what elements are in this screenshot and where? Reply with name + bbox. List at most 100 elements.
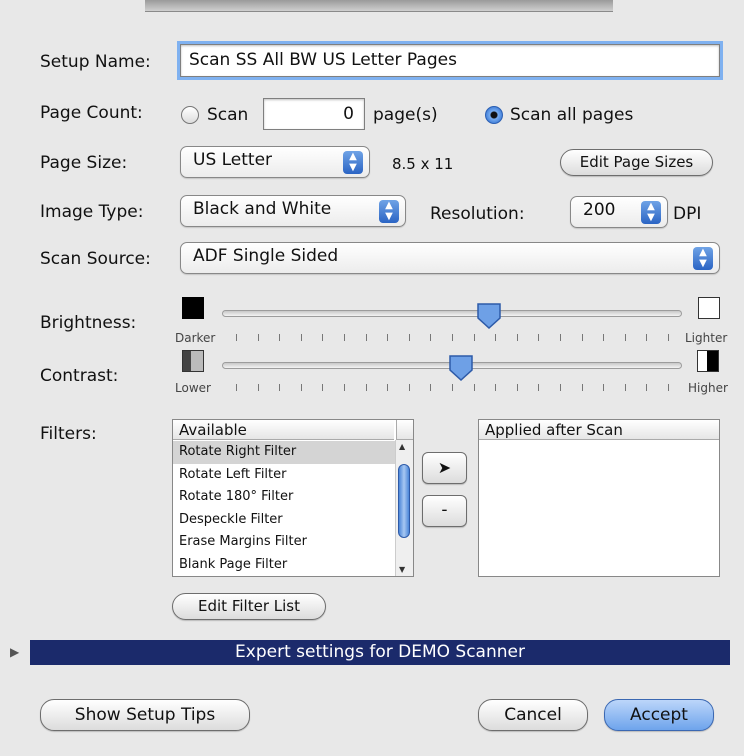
- scan-source-popup[interactable]: ADF Single Sided ▲ ▼: [180, 242, 720, 274]
- slider-tick: [301, 334, 302, 341]
- pages-suffix-label: page(s): [373, 105, 438, 125]
- edit-filter-list-button[interactable]: Edit Filter List: [172, 593, 326, 620]
- lighter-swatch-icon: [698, 297, 720, 319]
- brightness-tick-marks: [236, 334, 669, 342]
- image-type-label: Image Type:: [40, 202, 144, 222]
- scroll-down-arrow-icon[interactable]: ▼: [399, 565, 405, 574]
- brightness-slider-thumb[interactable]: [476, 302, 502, 330]
- show-setup-tips-button[interactable]: Show Setup Tips: [40, 699, 250, 731]
- available-filter-item[interactable]: Rotate Left Filter: [173, 464, 396, 487]
- setup-name-field[interactable]: Scan SS All BW US Letter Pages: [177, 41, 723, 80]
- slider-tick: [452, 334, 453, 341]
- contrast-slider-thumb[interactable]: [448, 354, 474, 382]
- slider-tick: [452, 384, 453, 391]
- slider-tick: [366, 384, 367, 391]
- slider-tick: [625, 384, 626, 391]
- edit-page-sizes-button[interactable]: Edit Page Sizes: [560, 149, 713, 176]
- slider-tick: [430, 384, 431, 391]
- resolution-label: Resolution:: [430, 204, 525, 224]
- slider-tick: [387, 334, 388, 341]
- scan-all-pages-label[interactable]: Scan all pages: [510, 105, 633, 125]
- slider-tick: [301, 384, 302, 391]
- slider-tick: [625, 334, 626, 341]
- page-count-value: 0: [343, 104, 354, 124]
- image-type-value: Black and White: [193, 199, 332, 219]
- applied-filters-list[interactable]: Applied after Scan: [478, 419, 720, 577]
- available-filter-item[interactable]: Rotate 180° Filter: [173, 486, 396, 509]
- cancel-button[interactable]: Cancel: [478, 699, 588, 731]
- available-filters-list[interactable]: Available Rotate Right Filter Rotate Left…: [172, 419, 414, 577]
- available-filters-header: Available: [173, 420, 394, 440]
- slider-tick: [409, 384, 410, 391]
- scan-count-radio[interactable]: [181, 106, 199, 124]
- slider-tick: [236, 384, 237, 391]
- slider-tick: [322, 334, 323, 341]
- slider-tick: [517, 334, 518, 341]
- scan-all-pages-radio[interactable]: [485, 106, 503, 124]
- page-size-label: Page Size:: [40, 153, 128, 173]
- slider-tick: [517, 384, 518, 391]
- disclosure-triangle-icon[interactable]: ▶: [10, 645, 19, 659]
- slider-tick: [366, 334, 367, 341]
- available-filter-item[interactable]: Rotate Right Filter: [173, 441, 396, 464]
- applied-filters-header: Applied after Scan: [479, 420, 719, 440]
- slider-tick: [582, 384, 583, 391]
- slider-tick: [582, 334, 583, 341]
- resolution-value: 200: [583, 200, 616, 220]
- resolution-popup[interactable]: 200 ▲ ▼: [570, 196, 668, 228]
- page-size-dimensions: 8.5 x 11: [392, 155, 454, 173]
- available-filter-item[interactable]: Erase Margins Filter: [173, 531, 396, 554]
- slider-tick: [344, 384, 345, 391]
- scan-count-radio-label[interactable]: Scan: [207, 105, 248, 125]
- slider-tick: [409, 334, 410, 341]
- slider-tick: [279, 334, 280, 341]
- page-count-input[interactable]: 0: [263, 98, 365, 130]
- slider-tick: [560, 384, 561, 391]
- remove-filter-button[interactable]: -: [422, 495, 467, 527]
- scroll-up-arrow-icon[interactable]: ▲: [399, 442, 405, 451]
- available-filter-item[interactable]: Despeckle Filter: [173, 509, 396, 532]
- slider-tick: [668, 384, 669, 391]
- slider-tick: [279, 384, 280, 391]
- brightness-min-label: Darker: [175, 331, 216, 345]
- slider-tick: [560, 334, 561, 341]
- brightness-slider-track[interactable]: [222, 310, 682, 317]
- contrast-max-label: Higher: [688, 381, 728, 395]
- slider-tick: [495, 334, 496, 341]
- accept-button[interactable]: Accept: [604, 699, 714, 731]
- slider-tick: [646, 384, 647, 391]
- popup-arrows-icon: ▲ ▼: [343, 151, 363, 174]
- page-size-popup[interactable]: US Letter ▲ ▼: [180, 146, 370, 178]
- slider-tick: [474, 334, 475, 341]
- scan-source-label: Scan Source:: [40, 249, 151, 269]
- popup-arrows-icon: ▲ ▼: [693, 247, 713, 270]
- image-type-popup[interactable]: Black and White ▲ ▼: [180, 195, 406, 227]
- available-filters-scrollbar[interactable]: ▲ ▼: [395, 440, 413, 576]
- scroll-thumb[interactable]: [398, 464, 410, 538]
- setup-name-value: Scan SS All BW US Letter Pages: [189, 50, 457, 70]
- resolution-unit: DPI: [673, 204, 702, 224]
- add-filter-button[interactable]: ➤: [422, 452, 467, 484]
- popup-arrows-icon: ▲ ▼: [641, 201, 661, 224]
- contrast-min-label: Lower: [175, 381, 211, 395]
- slider-tick: [387, 384, 388, 391]
- brightness-label: Brightness:: [40, 313, 137, 333]
- scan-source-value: ADF Single Sided: [193, 246, 339, 266]
- page-size-value: US Letter: [193, 150, 273, 170]
- setup-name-label: Setup Name:: [40, 52, 151, 72]
- available-filter-item[interactable]: Blank Page Filter: [173, 554, 396, 577]
- higher-contrast-icon: [697, 350, 719, 372]
- popup-arrows-icon: ▲ ▼: [379, 200, 399, 223]
- darker-swatch-icon: [182, 297, 204, 319]
- slider-tick: [668, 334, 669, 341]
- slider-tick: [474, 384, 475, 391]
- slider-tick: [646, 334, 647, 341]
- slider-tick: [495, 384, 496, 391]
- expert-settings-bar[interactable]: Expert settings for DEMO Scanner: [30, 640, 730, 665]
- slider-tick: [603, 384, 604, 391]
- slider-tick: [344, 334, 345, 341]
- slider-tick: [258, 384, 259, 391]
- slider-tick: [603, 334, 604, 341]
- brightness-max-label: Lighter: [685, 331, 728, 345]
- list-header-corner: [396, 420, 413, 440]
